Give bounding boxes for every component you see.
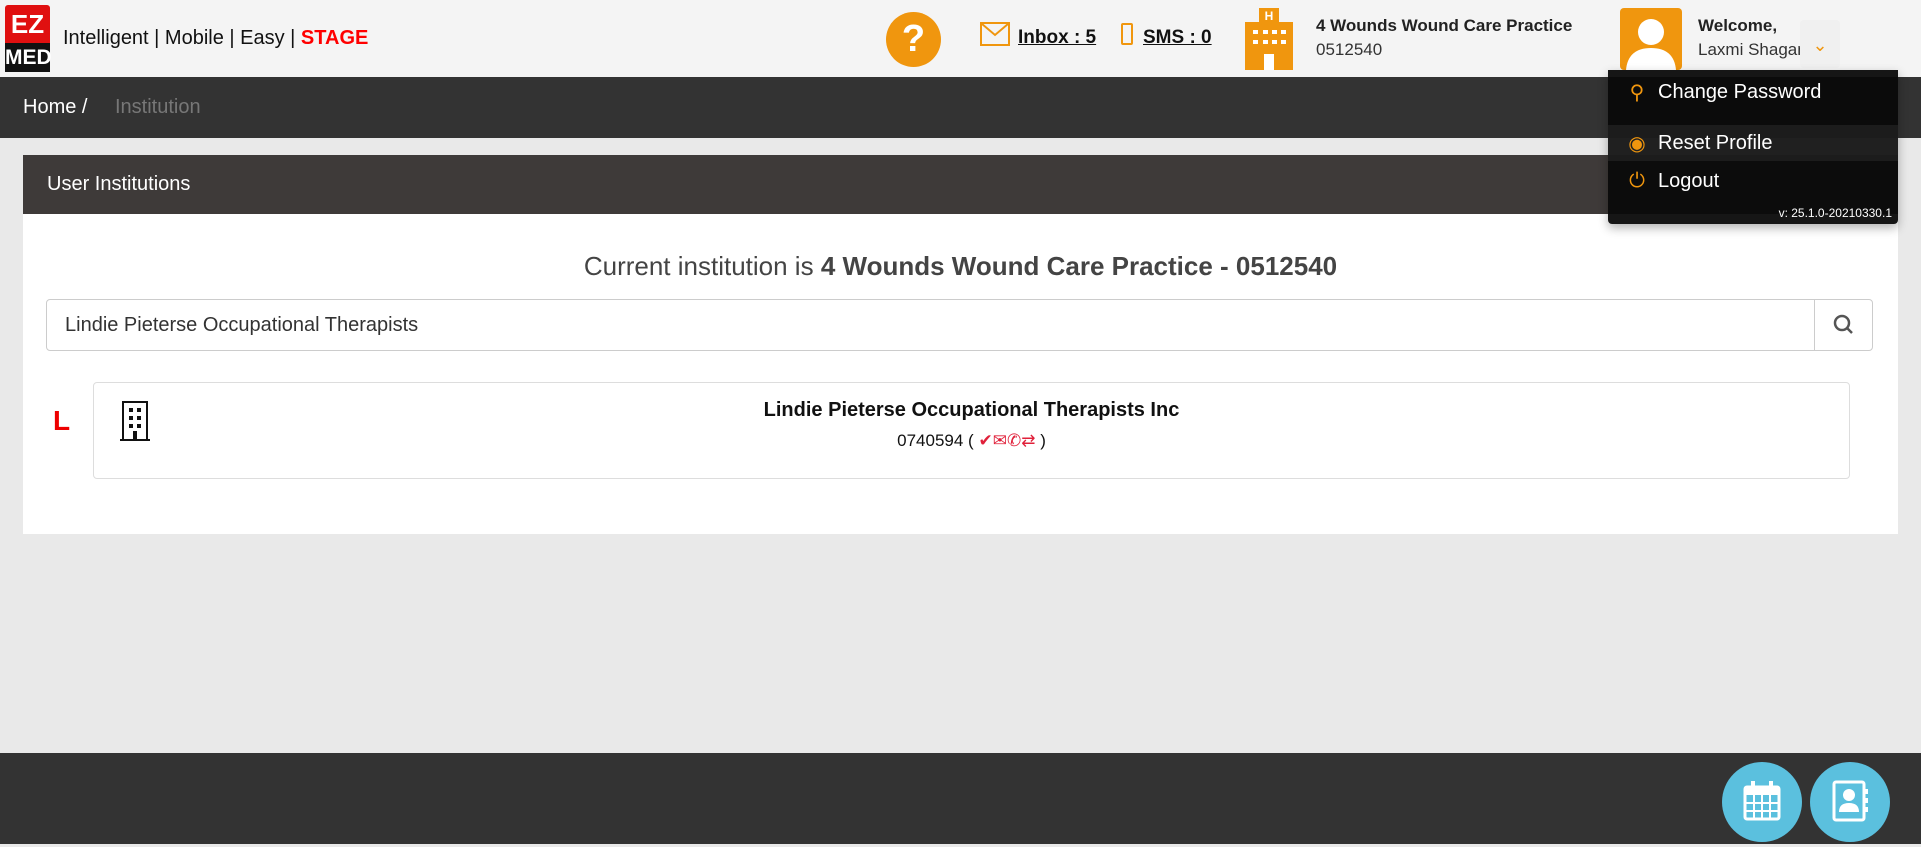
- breadcrumb-current: Institution: [115, 96, 201, 118]
- chevron-down-icon[interactable]: ⌄: [1800, 20, 1840, 68]
- sms-link[interactable]: SMS : 0: [1143, 27, 1212, 49]
- practice-name: 4 Wounds Wound Care Practice: [1316, 16, 1573, 35]
- menu-item-reset-profile[interactable]: ◉ Reset Profile: [1608, 125, 1898, 161]
- user-avatar[interactable]: [1620, 8, 1682, 70]
- user-name: Laxmi Shaganti: [1698, 40, 1816, 59]
- tagline: Intelligent | Mobile | Easy | STAGE: [63, 27, 369, 49]
- menu-item-logout[interactable]: ⏻ Logout: [1626, 170, 1719, 193]
- key-icon: ⚲: [1629, 82, 1645, 104]
- mobile-icon: [1121, 23, 1133, 45]
- hospital-icon: H: [1245, 8, 1293, 75]
- contacts-button[interactable]: [1810, 762, 1890, 842]
- help-icon[interactable]: ?: [886, 12, 941, 67]
- group-letter: L: [53, 405, 71, 436]
- breadcrumb-home[interactable]: Home /: [23, 96, 87, 119]
- stage-label: STAGE: [300, 27, 369, 49]
- user-dropdown-menu: ⚲ Change Password ◉ Reset Profile ⏻ Logout …: [1608, 70, 1898, 224]
- mail-icon: [980, 22, 1010, 46]
- institution-code: 0740594 ( ✔✉✆⇄ ): [897, 431, 1046, 450]
- search-icon: [1833, 314, 1853, 334]
- institution-name[interactable]: Lindie Pieterse Occupational Therapists …: [93, 399, 1850, 422]
- institution-search-input[interactable]: [46, 299, 1815, 351]
- power-icon: ⏻: [1629, 170, 1645, 192]
- welcome-label: Welcome,: [1698, 16, 1778, 35]
- user-circle-icon: ◉: [1628, 132, 1646, 155]
- ezmed-logo[interactable]: EZ MED: [5, 5, 52, 72]
- inbox-link[interactable]: Inbox : 5: [1018, 27, 1096, 49]
- address-book-icon: [1832, 780, 1868, 822]
- envelope-icon: ✉: [992, 431, 1007, 450]
- svg-text:H: H: [1265, 9, 1274, 23]
- current-institution: Current institution is 4 Wounds Wound Ca…: [583, 251, 1338, 281]
- menu-item-change-password[interactable]: ⚲ Change Password: [1626, 80, 1822, 105]
- phone-icon: ✆: [1006, 431, 1022, 450]
- calendar-icon: [1743, 781, 1781, 821]
- search-button[interactable]: [1814, 299, 1873, 351]
- practice-code: 0512540: [1316, 40, 1383, 59]
- footer: [0, 753, 1921, 844]
- check-circle-icon: ✔: [978, 431, 993, 450]
- version-label: v: 25.1.0-20210330.1: [1778, 206, 1892, 220]
- calendar-button[interactable]: [1722, 762, 1802, 842]
- exchange-icon: ⇄: [1021, 431, 1036, 450]
